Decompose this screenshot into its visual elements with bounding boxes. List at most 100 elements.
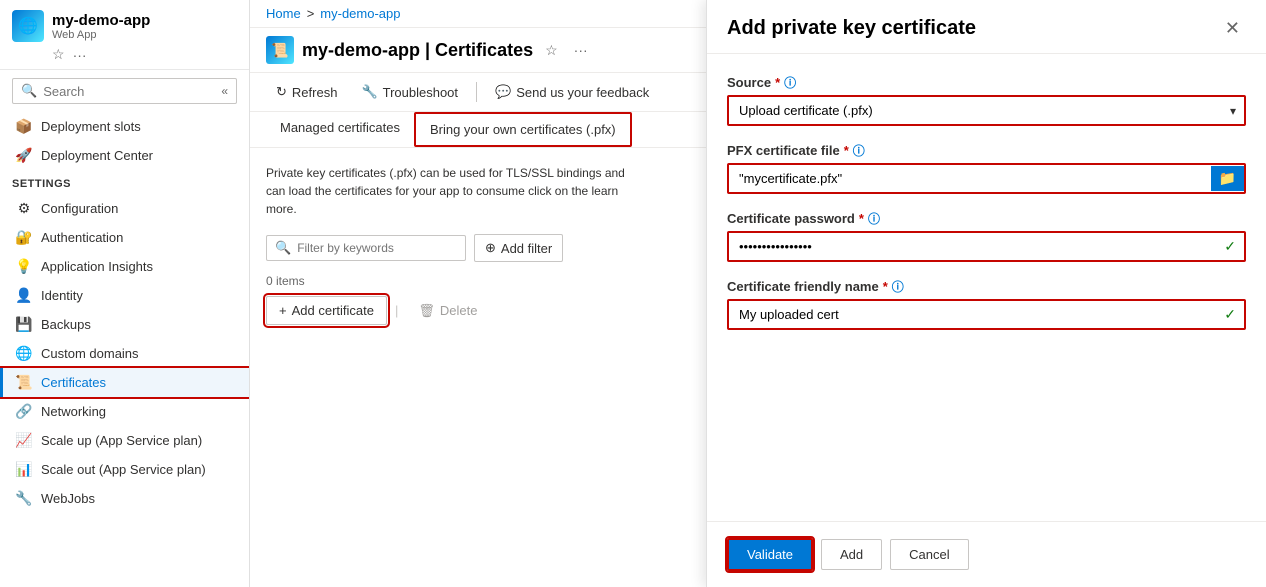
panel-title: Add private key certificate [727, 17, 976, 40]
friendly-required: * [883, 279, 888, 294]
add-certificate-button[interactable]: + Add certificate [266, 296, 387, 325]
add-filter-button[interactable]: ⊕ Add filter [474, 234, 563, 262]
content-area: Private key certificates (.pfx) can be u… [250, 148, 706, 587]
refresh-label: Refresh [292, 85, 338, 100]
scale-out-icon: 📊 [15, 461, 33, 478]
delete-label: Delete [440, 303, 478, 318]
source-dropdown[interactable]: Upload certificate (.pfx) [729, 97, 1222, 124]
sidebar-item-label: Scale out (App Service plan) [41, 462, 206, 477]
deployment-center-icon: 🚀 [15, 147, 33, 164]
troubleshoot-button[interactable]: 🔧 Troubleshoot [351, 79, 468, 105]
star-icon[interactable]: ☆ [52, 46, 65, 63]
sidebar-item-label: Configuration [41, 201, 118, 216]
sidebar-item-backups[interactable]: 💾 Backups [0, 310, 249, 339]
sidebar-item-custom-domains[interactable]: 🌐 Custom domains [0, 339, 249, 368]
troubleshoot-icon: 🔧 [361, 84, 377, 100]
sidebar-header: 🌐 my-demo-app Web App ☆ ··· [0, 0, 249, 70]
breadcrumb-current[interactable]: my-demo-app [320, 6, 400, 21]
sidebar-item-scale-up[interactable]: 📈 Scale up (App Service plan) [0, 426, 249, 455]
filter-row: 🔍 ⊕ Add filter [266, 234, 690, 262]
app-info: 🌐 my-demo-app Web App [12, 10, 237, 42]
sidebar-item-configuration[interactable]: ⚙ Configuration [0, 194, 249, 223]
tab-managed-certificates[interactable]: Managed certificates [266, 112, 414, 147]
favorite-button[interactable]: ☆ [541, 40, 562, 61]
backups-icon: 💾 [15, 316, 33, 333]
close-panel-button[interactable]: ✕ [1219, 16, 1246, 41]
dropdown-arrow-icon: ▾ [1222, 104, 1244, 118]
friendly-info-icon[interactable]: ⓘ [892, 278, 904, 295]
validate-button[interactable]: Validate [727, 538, 813, 571]
panel-header: Add private key certificate ✕ [707, 0, 1266, 54]
sidebar-item-label: Deployment slots [41, 119, 141, 134]
sidebar-item-label: Scale up (App Service plan) [41, 433, 202, 448]
friendly-name-label: Certificate friendly name * ⓘ [727, 278, 1246, 295]
filter-input[interactable] [297, 241, 457, 255]
friendly-name-group: Certificate friendly name * ⓘ ✓ [727, 278, 1246, 330]
refresh-button[interactable]: ↻ Refresh [266, 79, 347, 105]
panel-body: Source * ⓘ Upload certificate (.pfx) ▾ P… [707, 54, 1266, 521]
main-content: Home > my-demo-app 📜 my-demo-app | Certi… [250, 0, 706, 587]
file-browse-button[interactable]: 📁 [1211, 166, 1244, 191]
right-panel: Add private key certificate ✕ Source * ⓘ… [706, 0, 1266, 587]
pfx-file-wrapper: 📁 [727, 163, 1246, 194]
info-text: Private key certificates (.pfx) can be u… [266, 164, 646, 218]
pfx-info-icon[interactable]: ⓘ [853, 142, 865, 159]
feedback-button[interactable]: 💬 Send us your feedback [485, 79, 659, 105]
sidebar-item-label: Custom domains [41, 346, 139, 361]
add-certificate-label: Add certificate [292, 303, 374, 318]
sidebar-item-identity[interactable]: 👤 Identity [0, 281, 249, 310]
sidebar-item-deployment-center[interactable]: 🚀 Deployment Center [0, 141, 249, 170]
app-subtitle: Web App [52, 29, 150, 41]
delete-button[interactable]: 🗑 Delete [406, 297, 489, 325]
source-label: Source * ⓘ [727, 74, 1246, 91]
sidebar: 🌐 my-demo-app Web App ☆ ··· 🔍 « 📦 Deploy… [0, 0, 250, 587]
configuration-icon: ⚙ [15, 200, 33, 217]
filter-search-icon: 🔍 [275, 240, 291, 256]
sidebar-item-authentication[interactable]: 🔐 Authentication [0, 223, 249, 252]
sidebar-item-label: Deployment Center [41, 148, 153, 163]
deployment-slots-icon: 📦 [15, 118, 33, 135]
app-icon: 🌐 [12, 10, 44, 42]
sidebar-item-deployment-slots[interactable]: 📦 Deployment slots [0, 112, 249, 141]
source-info-icon[interactable]: ⓘ [784, 74, 796, 91]
add-filter-label: Add filter [501, 241, 552, 256]
sidebar-item-scale-out[interactable]: 📊 Scale out (App Service plan) [0, 455, 249, 484]
password-info-icon[interactable]: ⓘ [868, 210, 880, 227]
sidebar-item-certificates[interactable]: 📜 Certificates [0, 368, 249, 397]
toolbar: ↻ Refresh 🔧 Troubleshoot 💬 Send us your … [250, 73, 706, 112]
sidebar-item-webjobs[interactable]: 🔧 WebJobs [0, 484, 249, 513]
breadcrumb: Home > my-demo-app [250, 0, 706, 28]
more-options-button[interactable]: ··· [570, 40, 592, 60]
cancel-button[interactable]: Cancel [890, 539, 968, 570]
add-button[interactable]: Add [821, 539, 882, 570]
tabs: Managed certificates Bring your own cert… [250, 112, 706, 148]
filter-icon: ⊕ [485, 240, 496, 256]
pfx-file-group: PFX certificate file * ⓘ 📁 [727, 142, 1246, 194]
custom-domains-icon: 🌐 [15, 345, 33, 362]
delete-icon: 🗑 [418, 303, 435, 319]
breadcrumb-separator: > [307, 6, 315, 21]
source-required: * [775, 75, 780, 90]
breadcrumb-home[interactable]: Home [266, 6, 301, 21]
source-dropdown-wrapper: Upload certificate (.pfx) ▾ [727, 95, 1246, 126]
networking-icon: 🔗 [15, 403, 33, 420]
tab-bring-own-certificates[interactable]: Bring your own certificates (.pfx) [414, 112, 632, 147]
search-input[interactable] [43, 84, 215, 99]
sidebar-item-label: Authentication [41, 230, 123, 245]
password-input[interactable] [729, 233, 1216, 260]
more-icon[interactable]: ··· [73, 46, 87, 63]
plus-icon: + [279, 303, 287, 318]
password-check-icon: ✓ [1216, 238, 1244, 255]
troubleshoot-label: Troubleshoot [383, 85, 458, 100]
password-required: * [859, 211, 864, 226]
sidebar-item-networking[interactable]: 🔗 Networking [0, 397, 249, 426]
action-separator: | [395, 303, 398, 318]
sidebar-item-application-insights[interactable]: 💡 Application Insights [0, 252, 249, 281]
password-label: Certificate password * ⓘ [727, 210, 1246, 227]
friendly-name-wrapper: ✓ [727, 299, 1246, 330]
certificates-icon: 📜 [15, 374, 33, 391]
collapse-button[interactable]: « [221, 84, 228, 98]
friendly-name-input[interactable] [729, 301, 1216, 328]
pfx-file-input[interactable] [729, 165, 1211, 192]
sidebar-item-label: Backups [41, 317, 91, 332]
